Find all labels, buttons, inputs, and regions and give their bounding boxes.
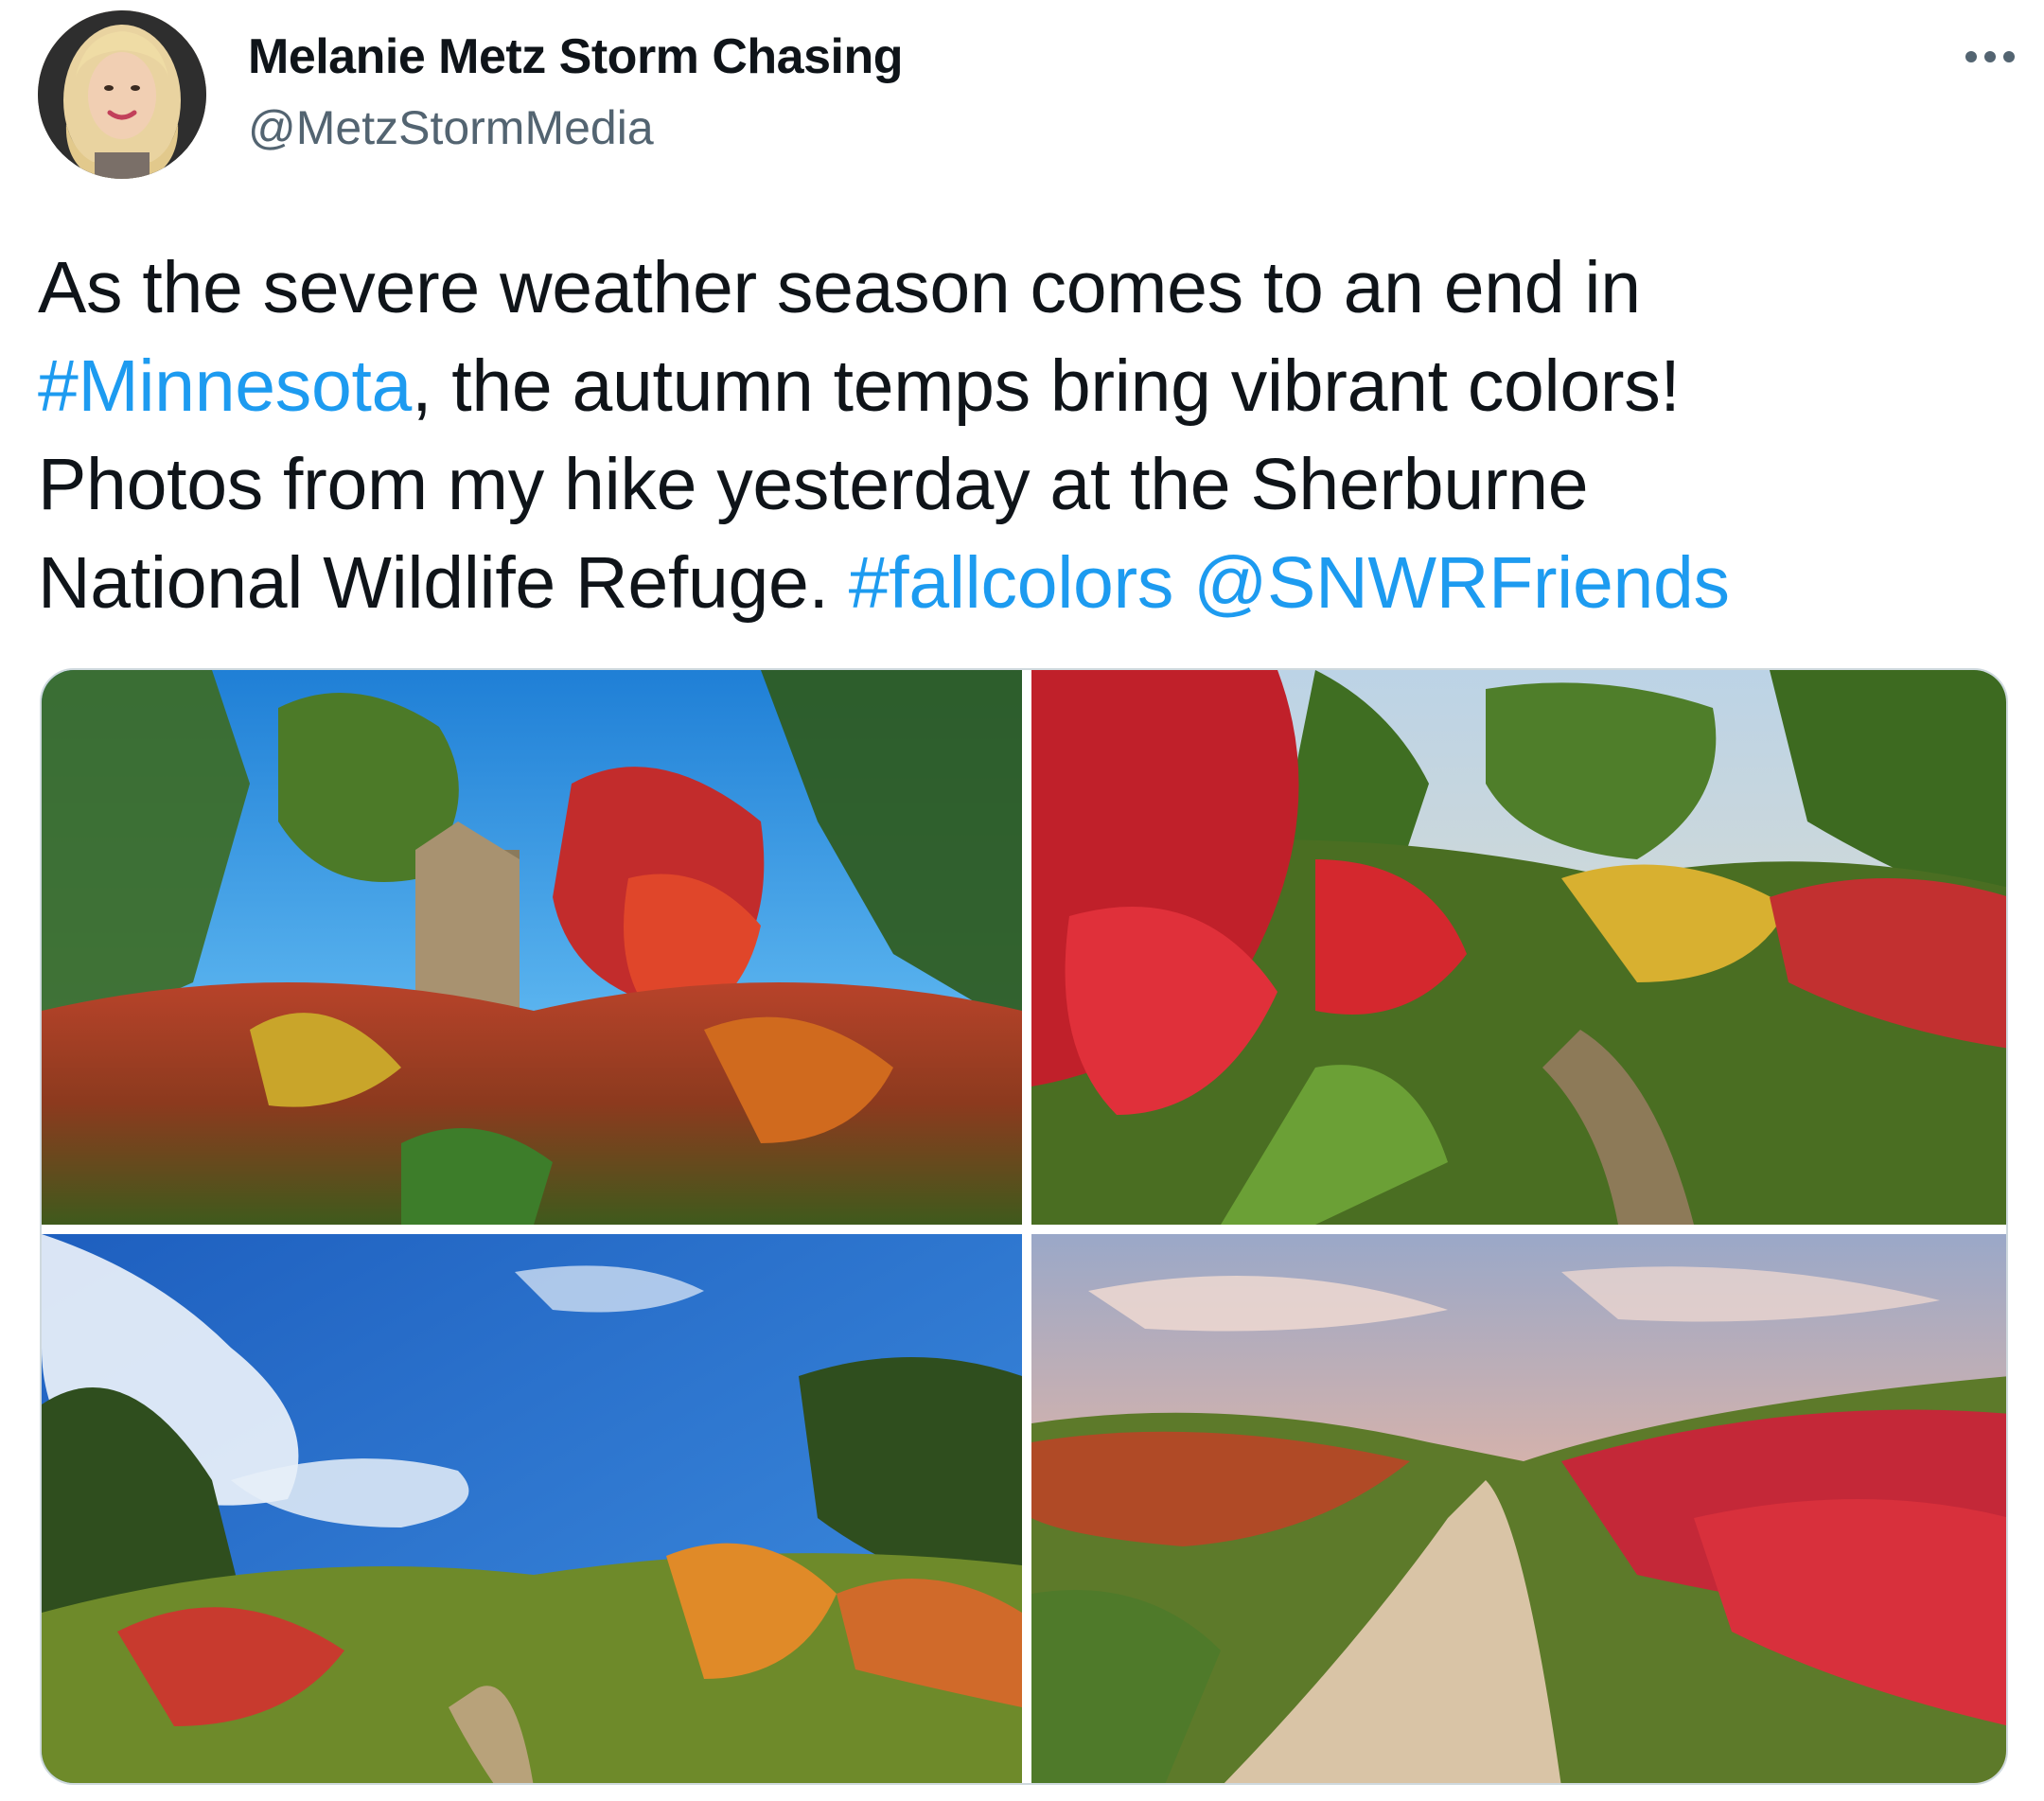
media-grid	[40, 668, 2008, 1785]
tweet-card: Melanie Metz Storm Chasing @MetzStormMed…	[0, 0, 2044, 1801]
author-handle[interactable]: @MetzStormMedia	[248, 100, 654, 155]
avatar[interactable]	[38, 10, 206, 179]
tweet-text-line: As the severe weather season comes to an…	[38, 238, 1987, 337]
tweet-text-line: Photos from my hike yesterday at the She…	[38, 435, 1987, 534]
author-display-name[interactable]: Melanie Metz Storm Chasing	[248, 28, 904, 85]
photo-blue-sky-trail[interactable]	[42, 1234, 1022, 1783]
blue-sky-trail-photo-icon	[42, 1234, 1022, 1783]
photo-autumn-forest-stump[interactable]	[42, 670, 1022, 1225]
tweet-text-segment: As the severe weather season comes to an…	[38, 247, 1641, 328]
photo-sumac-trail[interactable]	[1031, 670, 2006, 1225]
tweet-text: As the severe weather season comes to an…	[38, 238, 1987, 632]
more-options-icon	[1965, 51, 2015, 62]
tweet-text-line: #Minnesota, the autumn temps bring vibra…	[38, 337, 1987, 435]
hashtag-fallcolors-link[interactable]: #fallcolors	[849, 542, 1174, 624]
more-options-button[interactable]	[1947, 28, 2033, 85]
hashtag-minnesota-link[interactable]: #Minnesota	[38, 345, 412, 427]
tweet-text-segment: Photos from my hike yesterday at the She…	[38, 444, 1589, 525]
profile-photo-icon	[38, 10, 206, 179]
photo-sunset-sand-trail[interactable]	[1031, 1234, 2006, 1783]
tweet-text-segment: National Wildlife Refuge.	[38, 542, 849, 624]
tweet-text-segment: , the autumn temps bring vibrant colors!	[412, 345, 1681, 427]
sumac-trail-photo-icon	[1031, 670, 2006, 1225]
autumn-forest-stump-photo-icon	[42, 670, 1022, 1225]
mention-snwrfriends-link[interactable]: @SNWRFriends	[1193, 542, 1730, 624]
sunset-sand-trail-photo-icon	[1031, 1234, 2006, 1783]
tweet-text-line: National Wildlife Refuge. #fallcolors @S…	[38, 534, 1987, 632]
